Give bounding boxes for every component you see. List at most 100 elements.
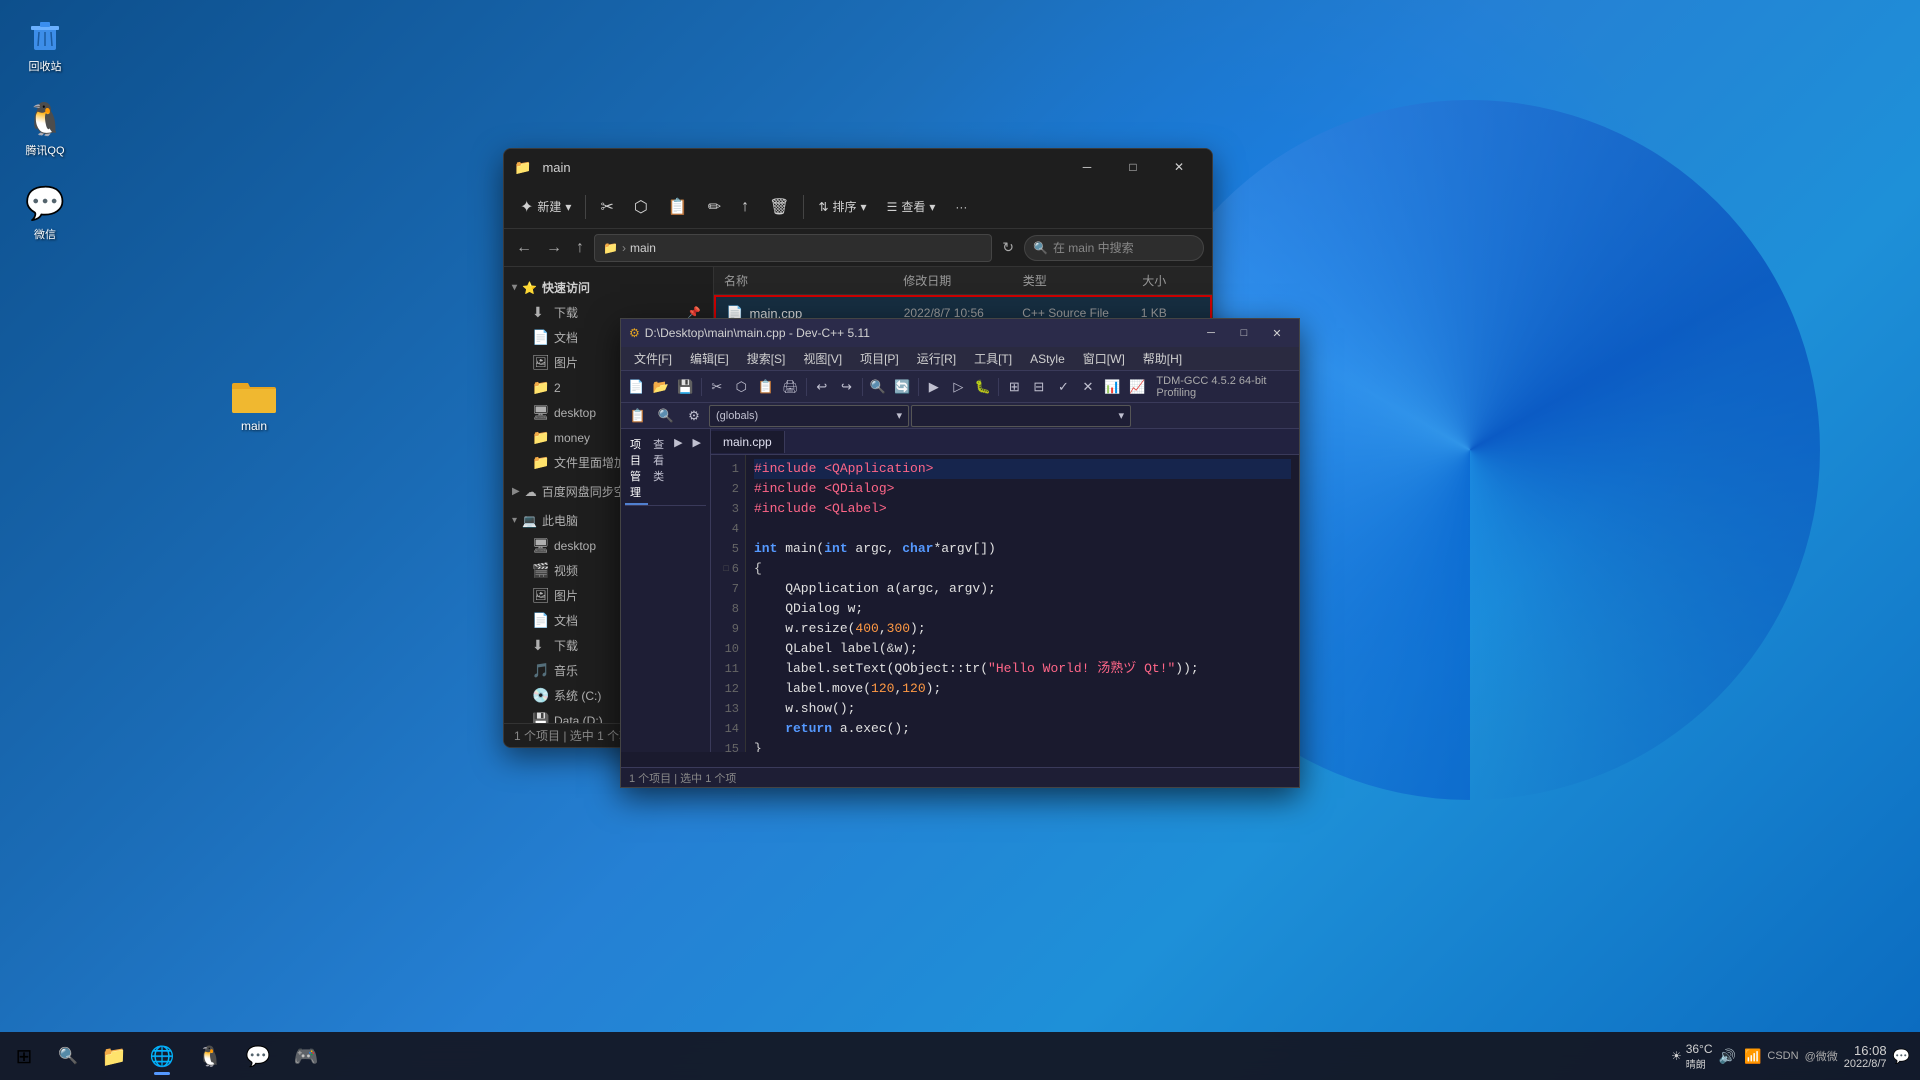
notification-icon[interactable]: 💬 <box>1893 1048 1910 1065</box>
code-move-2: ); <box>926 681 942 696</box>
csdn-label[interactable]: CSDN <box>1767 1050 1798 1062</box>
taskbar-search-icon: 🔍 <box>58 1046 78 1066</box>
toolbar-more-button[interactable]: ··· <box>947 195 975 219</box>
tb-debug-button[interactable]: 🐛 <box>972 375 995 399</box>
code-400: 400 <box>855 621 878 636</box>
desktop-icon-wechat[interactable]: 💬 微信 <box>10 178 80 247</box>
weather-temp: 36°C <box>1686 1042 1713 1056</box>
tb2-icon3[interactable]: ⚙ <box>681 404 707 428</box>
code-lines[interactable]: #include <QApplication> #include <QDialo… <box>746 455 1299 752</box>
toolbar-sort-button[interactable]: ⇅ 排序 ▾ <box>810 193 874 220</box>
desktop-icon-main-folder[interactable]: main <box>225 370 283 438</box>
toolbar-cut-button[interactable]: ✂ <box>592 192 621 222</box>
col-type-header[interactable]: 类型 <box>1023 272 1143 289</box>
toolbar-copy-button[interactable]: ⬡ <box>626 192 656 222</box>
address-path[interactable]: 📁 › main <box>594 234 992 262</box>
taskbar-weather[interactable]: ☀ 36°C 晴朗 <box>1671 1042 1713 1071</box>
devcpp-close-button[interactable]: ✕ <box>1263 323 1291 343</box>
panel-tab-arrow2[interactable]: ▶ <box>688 433 706 505</box>
menu-run[interactable]: 运行[R] <box>909 348 964 369</box>
panel-tab-class[interactable]: 查看类 <box>648 433 669 505</box>
copy-icon: ⬡ <box>634 197 648 217</box>
explorer-titlebar: 📁 main ─ □ ✕ <box>504 149 1212 185</box>
menu-help[interactable]: 帮助[H] <box>1135 348 1190 369</box>
panel-tab-project[interactable]: 项目管理 <box>625 433 648 505</box>
menu-view[interactable]: 视图[V] <box>795 348 850 369</box>
code-line-7: QApplication a(argc, argv); <box>754 579 1291 599</box>
tb-copy-button[interactable]: ⬡ <box>730 375 753 399</box>
code-settext-2: )); <box>1175 661 1198 676</box>
menu-edit[interactable]: 编辑[E] <box>682 348 737 369</box>
tb-open-button[interactable]: 📂 <box>650 375 673 399</box>
up-button[interactable]: ↑ <box>572 235 588 261</box>
tb-unindent-button[interactable]: ⊟ <box>1028 375 1051 399</box>
taskbar-icon-game[interactable]: 🎮 <box>284 1034 328 1078</box>
taskbar-search-button[interactable]: 🔍 <box>48 1036 88 1076</box>
code-tabs: main.cpp <box>711 429 1299 455</box>
tb-undo-button[interactable]: ↩ <box>811 375 834 399</box>
code-tab-main[interactable]: main.cpp <box>711 431 785 453</box>
sidebar-desktop-label: desktop <box>554 406 596 420</box>
devcpp-minimize-button[interactable]: ─ <box>1197 323 1225 343</box>
menu-window[interactable]: 窗口[W] <box>1075 348 1133 369</box>
tb-paste-button[interactable]: 📋 <box>755 375 778 399</box>
pc-documents-icon: 📄 <box>532 612 548 629</box>
taskbar-icon-wechat[interactable]: 💬 <box>236 1034 280 1078</box>
toolbar-delete-button[interactable]: 🗑 <box>761 192 797 222</box>
videos-icon: 🎬 <box>532 562 548 579</box>
tb-toggle-comment-button[interactable]: ✓ <box>1052 375 1075 399</box>
tb-indent-button[interactable]: ⊞ <box>1003 375 1026 399</box>
quick-access-header[interactable]: ▾ ⭐ 快速访问 <box>504 275 713 300</box>
menu-file[interactable]: 文件[F] <box>626 348 680 369</box>
tb-find-button[interactable]: 🔍 <box>867 375 890 399</box>
tb-redo-button[interactable]: ↪ <box>835 375 858 399</box>
network-icon[interactable]: 📶 <box>1744 1048 1761 1065</box>
menu-astyle[interactable]: AStyle <box>1022 350 1073 368</box>
refresh-button[interactable]: ↻ <box>998 235 1018 260</box>
toolbar-rename-button[interactable]: ✏ <box>700 192 729 222</box>
documents-icon: 📄 <box>532 329 548 346</box>
taskbar-clock[interactable]: 16:08 2022/8/7 <box>1844 1043 1887 1070</box>
explorer-close-button[interactable]: ✕ <box>1156 151 1202 183</box>
tb-compile-button[interactable]: ▶ <box>923 375 946 399</box>
explorer-maximize-button[interactable]: □ <box>1110 151 1156 183</box>
tb2-icon2[interactable]: 🔍 <box>653 404 679 428</box>
devcpp-maximize-button[interactable]: □ <box>1230 323 1258 343</box>
tb-close-button[interactable]: ✕ <box>1077 375 1100 399</box>
desktop-icon-qq[interactable]: 🐧 腾讯QQ <box>10 94 80 163</box>
menu-search[interactable]: 搜索[S] <box>739 348 794 369</box>
tb-replace-button[interactable]: 🔄 <box>891 375 914 399</box>
col-name-header[interactable]: 名称 <box>724 272 903 289</box>
panel-tab-arrow[interactable]: ▶ <box>669 433 687 505</box>
tb-run-button[interactable]: ▷ <box>947 375 970 399</box>
toolbar-paste-button[interactable]: 📋 <box>660 192 696 222</box>
toolbar-share-button[interactable]: ↑ <box>733 193 757 221</box>
tb-cut-button[interactable]: ✂ <box>706 375 729 399</box>
globals-dropdown[interactable]: (globals) ▾ <box>709 405 909 427</box>
search-box[interactable]: 🔍 在 main 中搜索 <box>1024 235 1204 261</box>
back-button[interactable]: ← <box>512 235 536 261</box>
taskbar-icon-explorer[interactable]: 📁 <box>92 1034 136 1078</box>
tb-save-button[interactable]: 💾 <box>674 375 697 399</box>
taskbar-icon-edge[interactable]: 🌐 <box>140 1034 184 1078</box>
tb2-icon1[interactable]: 📋 <box>625 404 651 428</box>
desktop-icon-recycle-bin[interactable]: 回收站 <box>10 10 80 79</box>
volume-icon[interactable]: 🔊 <box>1719 1048 1736 1065</box>
col-date-header[interactable]: 修改日期 <box>903 272 1023 289</box>
explorer-minimize-button[interactable]: ─ <box>1064 151 1110 183</box>
toolbar-new-button[interactable]: ✦ 新建 ▾ <box>512 192 579 222</box>
forward-button[interactable]: → <box>542 235 566 261</box>
tb-print-button[interactable]: 🖨 <box>779 375 802 399</box>
tb-new-button[interactable]: 📄 <box>625 375 648 399</box>
tb-chart2-button[interactable]: 📈 <box>1126 375 1149 399</box>
menu-tools[interactable]: 工具[T] <box>966 348 1020 369</box>
explorer-address-bar: ← → ↑ 📁 › main ↻ 🔍 在 main 中搜索 <box>504 229 1212 267</box>
toolbar-view-button[interactable]: ☰ 查看 ▾ <box>879 193 944 220</box>
tb-chart1-button[interactable]: 📊 <box>1101 375 1124 399</box>
code-content: 1 2 3 4 5 □6 7 8 9 10 11 12 13 14 <box>711 455 1299 752</box>
col-size-header[interactable]: 大小 <box>1142 272 1202 289</box>
function-dropdown[interactable]: ▾ <box>911 405 1131 427</box>
start-button[interactable]: ⊞ <box>0 1032 48 1080</box>
taskbar-icon-qq[interactable]: 🐧 <box>188 1034 232 1078</box>
menu-project[interactable]: 项目[P] <box>852 348 907 369</box>
